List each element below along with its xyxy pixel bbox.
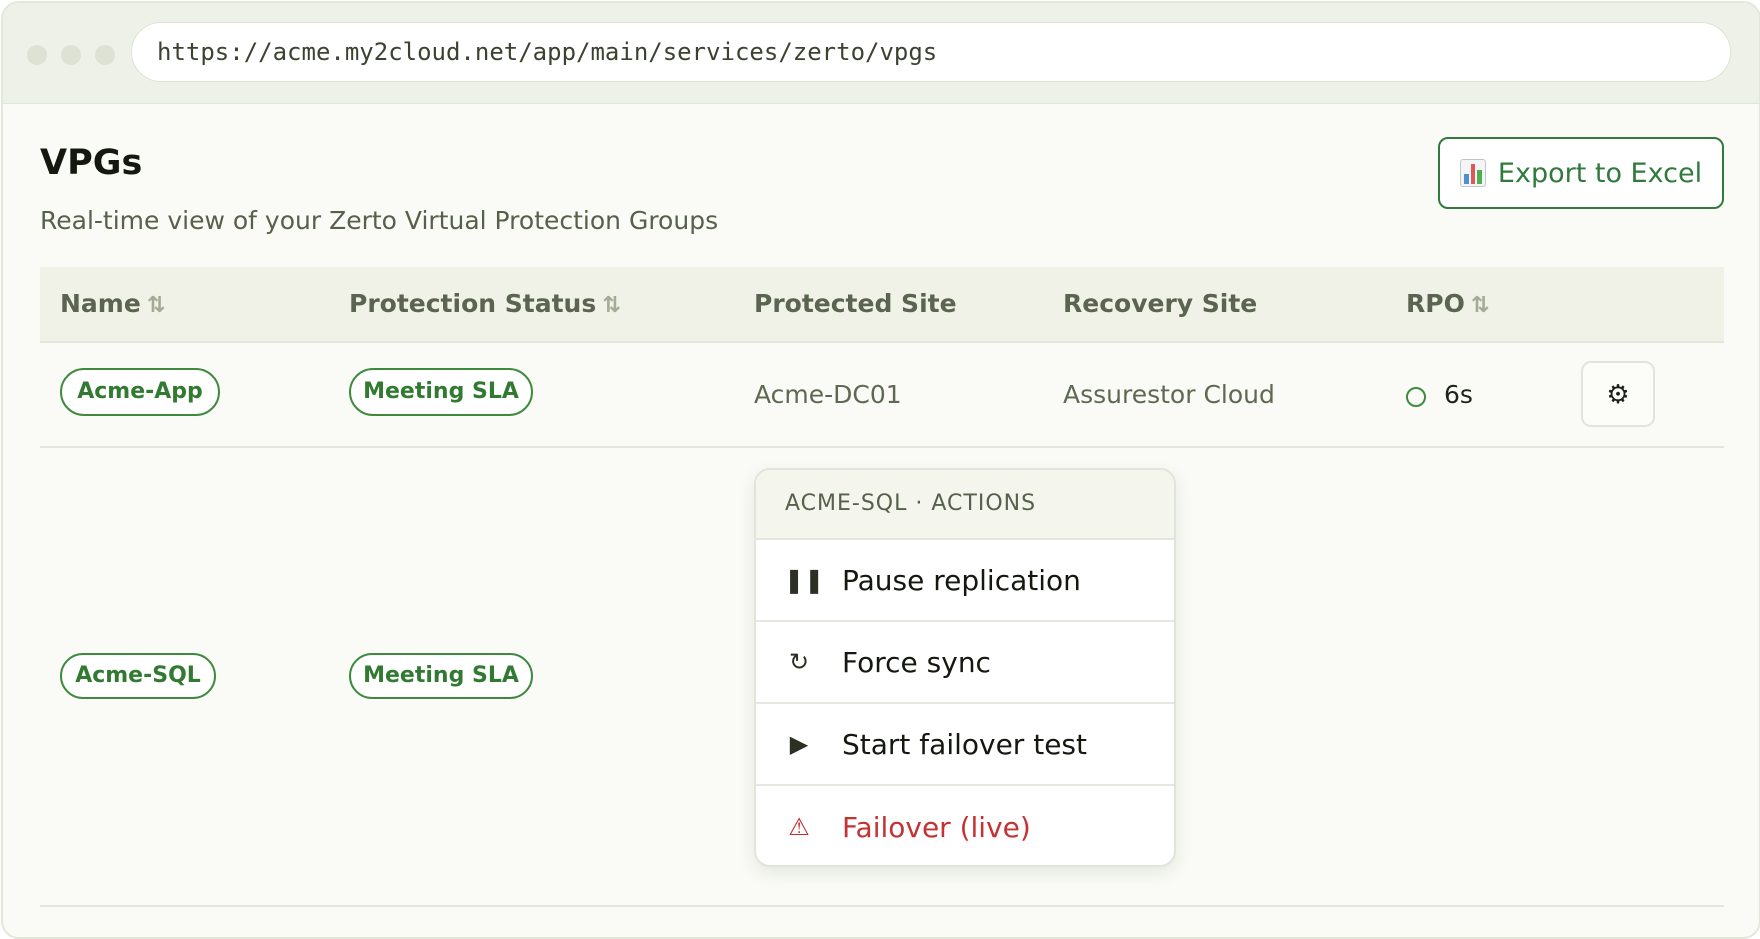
- vpg-name-badge[interactable]: Acme-App: [60, 368, 220, 416]
- pause-icon: ❚❚: [784, 566, 825, 594]
- rpo-value: 6s: [1444, 380, 1473, 409]
- table-header: Name ⇅ Protection Status ⇅ Protected Site …: [40, 267, 1724, 343]
- column-header-protected-site: Protected Site: [754, 289, 957, 318]
- row-actions-button[interactable]: ⚙: [1581, 361, 1655, 427]
- page-subtitle: Real-time view of your Zerto Virtual Pro…: [40, 206, 719, 235]
- gear-icon: ⚙: [1606, 378, 1630, 409]
- sort-icon[interactable]: ⇅: [1471, 269, 1489, 343]
- window-maximize-dot[interactable]: [95, 45, 115, 65]
- recovery-site-cell: Assurestor Cloud: [1063, 380, 1275, 409]
- browser-window: https://acme.my2cloud.net/app/main/servi…: [1, 1, 1760, 939]
- sort-icon[interactable]: ⇅: [602, 269, 620, 343]
- window-minimize-dot[interactable]: [61, 45, 81, 65]
- sort-icon[interactable]: ⇅: [147, 269, 165, 343]
- export-button-label: Export to Excel: [1497, 157, 1703, 189]
- rpo-status-icon: [1406, 387, 1426, 407]
- menu-item-pause-replication[interactable]: ❚❚ Pause replication: [756, 540, 1174, 622]
- page-title: VPGs: [40, 143, 143, 183]
- export-to-excel-button[interactable]: Export to Excel: [1438, 137, 1724, 209]
- vpg-actions-menu: ACME-SQL · ACTIONS ❚❚ Pause replication …: [754, 468, 1176, 867]
- menu-item-start-failover-test[interactable]: ▶ Start failover test: [756, 704, 1174, 786]
- bar-chart-icon: [1459, 159, 1486, 187]
- refresh-icon: ↻: [788, 648, 810, 676]
- column-header-rpo[interactable]: RPO ⇅: [1406, 267, 1489, 343]
- menu-item-force-sync[interactable]: ↻ Force sync: [756, 622, 1174, 704]
- window-close-dot[interactable]: [27, 45, 47, 65]
- vpg-name-badge[interactable]: Acme-SQL: [60, 653, 216, 699]
- protected-site-cell: Acme-DC01: [754, 380, 902, 409]
- column-header-name[interactable]: Name ⇅: [60, 267, 165, 343]
- status-badge: Meeting SLA: [349, 653, 533, 699]
- status-badge: Meeting SLA: [349, 368, 533, 416]
- column-header-status[interactable]: Protection Status ⇅: [349, 267, 621, 343]
- menu-item-failover-live[interactable]: ⚠ Failover (live): [756, 786, 1174, 865]
- warning-icon: ⚠: [788, 813, 810, 841]
- menu-header: ACME-SQL · ACTIONS: [756, 470, 1174, 540]
- play-icon: ▶: [789, 730, 809, 758]
- table-row: Acme-App Meeting SLA Acme-DC01 Assuresto…: [40, 343, 1724, 448]
- column-header-recovery-site: Recovery Site: [1063, 289, 1258, 318]
- browser-chrome: https://acme.my2cloud.net/app/main/servi…: [3, 3, 1759, 104]
- address-bar[interactable]: https://acme.my2cloud.net/app/main/servi…: [131, 22, 1731, 82]
